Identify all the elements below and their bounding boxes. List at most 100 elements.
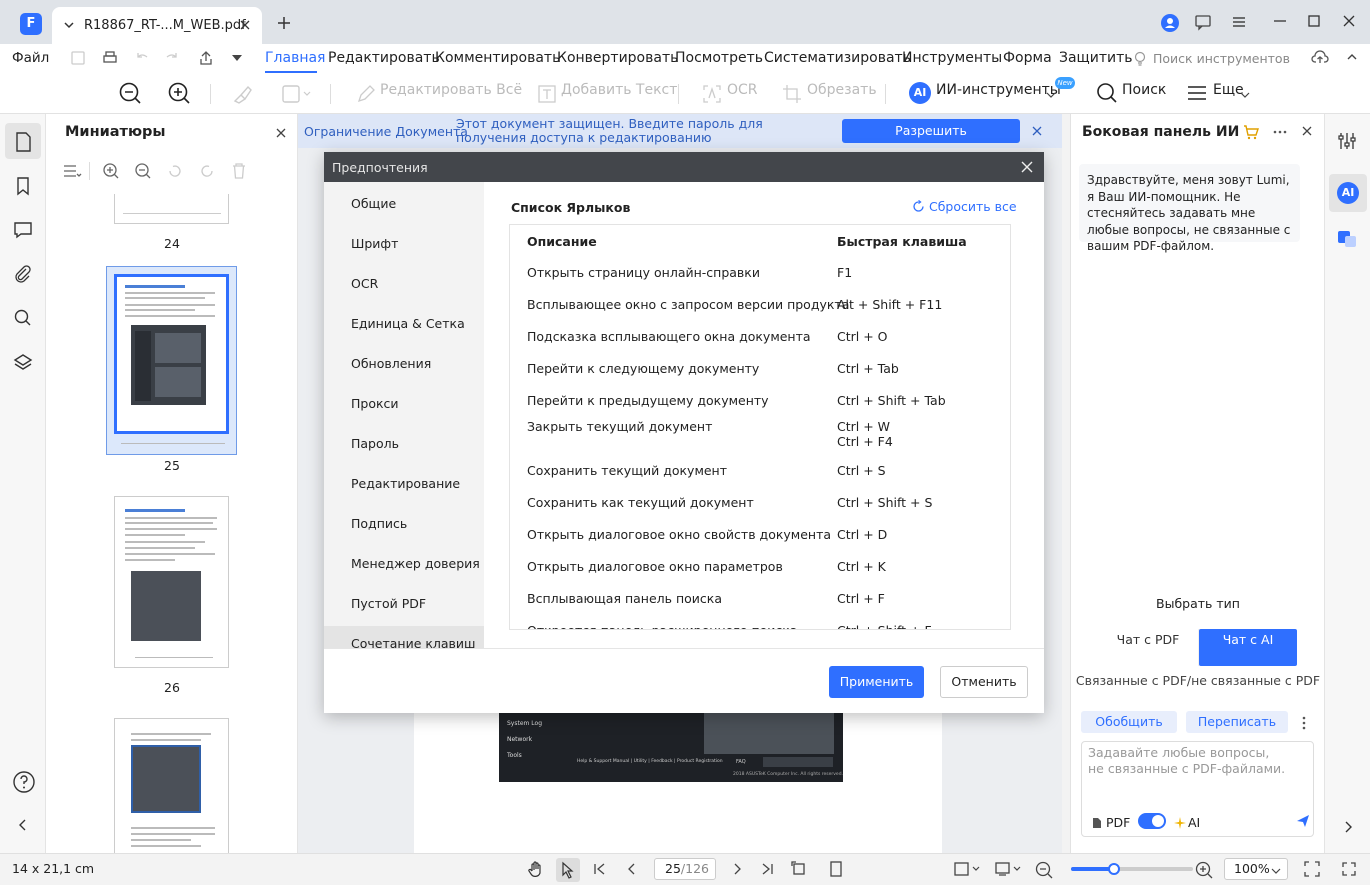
preferences-nav-item[interactable]: Шрифт: [324, 226, 484, 262]
more-icon[interactable]: [1186, 84, 1208, 102]
attachment-icon[interactable]: [12, 264, 34, 284]
preferences-nav-item[interactable]: Подпись: [324, 506, 484, 542]
preferences-nav-item[interactable]: Единица & Сетка: [324, 306, 484, 342]
thumbnail-zoom-in-icon[interactable]: [102, 162, 120, 180]
edit-all-button[interactable]: Редактировать Всё: [380, 82, 522, 98]
preferences-nav-item[interactable]: Менеджер доверия: [324, 546, 484, 582]
add-text-button[interactable]: Добавить Текст: [561, 82, 677, 98]
chat-with-pdf-option[interactable]: Чат с PDF: [1098, 629, 1198, 666]
thumbnail-page-26[interactable]: [114, 496, 229, 668]
delete-icon[interactable]: [230, 162, 248, 180]
layers-icon[interactable]: [12, 352, 34, 372]
preferences-nav-item[interactable]: Прокси: [324, 386, 484, 422]
summarize-button[interactable]: Обобщить: [1081, 711, 1177, 733]
hand-tool-icon[interactable]: [528, 861, 544, 879]
chevron-down-icon[interactable]: [1240, 91, 1250, 99]
collapse-left-icon[interactable]: [17, 818, 29, 832]
ai-tools-icon[interactable]: AI: [909, 82, 931, 104]
ai-question-input[interactable]: Задавайте любые вопросы, не связанные с …: [1081, 741, 1314, 837]
close-tab-icon[interactable]: [238, 18, 252, 32]
ai-tools-button[interactable]: ИИ-инструменты: [936, 82, 1061, 98]
save-icon[interactable]: [70, 50, 86, 66]
zoom-out-icon[interactable]: [118, 81, 142, 105]
rewrite-button[interactable]: Переписать: [1186, 711, 1288, 733]
shape-icon[interactable]: [281, 84, 313, 104]
highlighter-icon[interactable]: [231, 83, 253, 105]
preferences-nav-item[interactable]: Редактирование: [324, 466, 484, 502]
single-page-icon[interactable]: [829, 861, 843, 877]
maximize-icon[interactable]: [1306, 13, 1322, 29]
zoom-slider[interactable]: [1071, 863, 1193, 875]
menu-form[interactable]: Форма: [1003, 50, 1052, 66]
select-tool-icon[interactable]: [560, 861, 576, 879]
cart-icon[interactable]: [1243, 124, 1259, 140]
feedback-icon[interactable]: [1194, 13, 1212, 31]
apply-button[interactable]: Применить: [829, 666, 924, 698]
page-layout-icon[interactable]: [954, 861, 980, 877]
previous-page-icon[interactable]: [625, 862, 639, 876]
last-page-icon[interactable]: [760, 862, 774, 876]
search-panel-icon[interactable]: [12, 308, 34, 328]
help-icon[interactable]: [12, 770, 36, 794]
enable-editing-button[interactable]: Разрешить Редактирование: [842, 119, 1020, 162]
search-icon[interactable]: [1096, 82, 1118, 104]
collapse-right-icon[interactable]: [1342, 820, 1354, 834]
ocr-icon[interactable]: [702, 84, 722, 104]
bookmark-icon[interactable]: [12, 176, 34, 196]
cancel-button[interactable]: Отменить: [940, 666, 1028, 698]
cloud-upload-icon[interactable]: [1311, 49, 1329, 65]
send-icon[interactable]: [1296, 814, 1310, 828]
menu-home[interactable]: Главная: [265, 50, 325, 66]
thumbnail-page-24[interactable]: [114, 194, 229, 224]
crop-button[interactable]: Обрезать: [807, 82, 877, 98]
account-icon[interactable]: [1160, 13, 1180, 33]
thumbnail-selected-frame[interactable]: [106, 266, 237, 455]
chat-with-ai-option[interactable]: Чат с AI: [1199, 629, 1297, 666]
close-window-icon[interactable]: [1341, 13, 1357, 29]
menu-view[interactable]: Посмотреть: [675, 50, 763, 66]
first-page-icon[interactable]: [593, 862, 607, 876]
ai-assistant-icon[interactable]: AI: [1337, 182, 1359, 204]
rotate-right-icon[interactable]: [198, 162, 216, 180]
menu-protect[interactable]: Защитить: [1059, 50, 1133, 66]
preferences-nav-item[interactable]: Пароль: [324, 426, 484, 462]
chevron-down-icon[interactable]: [1046, 91, 1056, 99]
page-number-input[interactable]: 25/126: [654, 858, 716, 880]
document-tab[interactable]: R18867_RT-...M_WEB.pdf: [52, 7, 262, 44]
close-icon[interactable]: [1021, 161, 1033, 173]
settings-icon[interactable]: [1230, 13, 1248, 31]
collapse-ribbon-icon[interactable]: [1346, 52, 1358, 62]
minimize-icon[interactable]: [1272, 13, 1288, 29]
menu-comment[interactable]: Комментировать: [435, 50, 560, 66]
preferences-nav-item[interactable]: Пустой PDF: [324, 586, 484, 622]
chevron-down-icon[interactable]: [1271, 867, 1281, 875]
zoom-out-icon[interactable]: [1035, 861, 1053, 879]
redo-icon[interactable]: [164, 50, 180, 66]
chevron-down-icon[interactable]: [62, 18, 76, 32]
crop-icon[interactable]: [782, 84, 802, 104]
thumbnail-page-27[interactable]: [114, 718, 229, 853]
quick-access-dropdown-icon[interactable]: [230, 52, 244, 64]
reset-all-button[interactable]: Сбросить все: [912, 199, 1017, 214]
reading-mode-icon[interactable]: [995, 861, 1021, 877]
next-page-icon[interactable]: [730, 862, 744, 876]
search-button[interactable]: Поиск: [1122, 82, 1166, 98]
close-icon[interactable]: [1301, 125, 1313, 137]
menu-organize[interactable]: Систематизировать: [764, 50, 911, 66]
more-vertical-icon[interactable]: [1302, 716, 1306, 730]
share-icon[interactable]: [198, 50, 214, 66]
zoom-in-icon[interactable]: [1195, 861, 1213, 879]
menu-tools[interactable]: Инструменты: [902, 50, 1002, 66]
thumbnails-icon[interactable]: [12, 132, 34, 152]
ocr-button[interactable]: OCR: [727, 82, 758, 98]
menu-edit[interactable]: Редактировать: [328, 50, 440, 66]
undo-icon[interactable]: [134, 50, 150, 66]
fullscreen-icon[interactable]: [1341, 861, 1357, 877]
print-icon[interactable]: [102, 50, 118, 66]
menu-convert[interactable]: Конвертировать: [557, 50, 678, 66]
thumbnail-page-25[interactable]: [114, 274, 229, 434]
menu-file[interactable]: Файл: [12, 50, 49, 66]
zoom-in-icon[interactable]: [167, 81, 191, 105]
properties-icon[interactable]: [1337, 132, 1357, 150]
close-icon[interactable]: [1031, 125, 1043, 137]
